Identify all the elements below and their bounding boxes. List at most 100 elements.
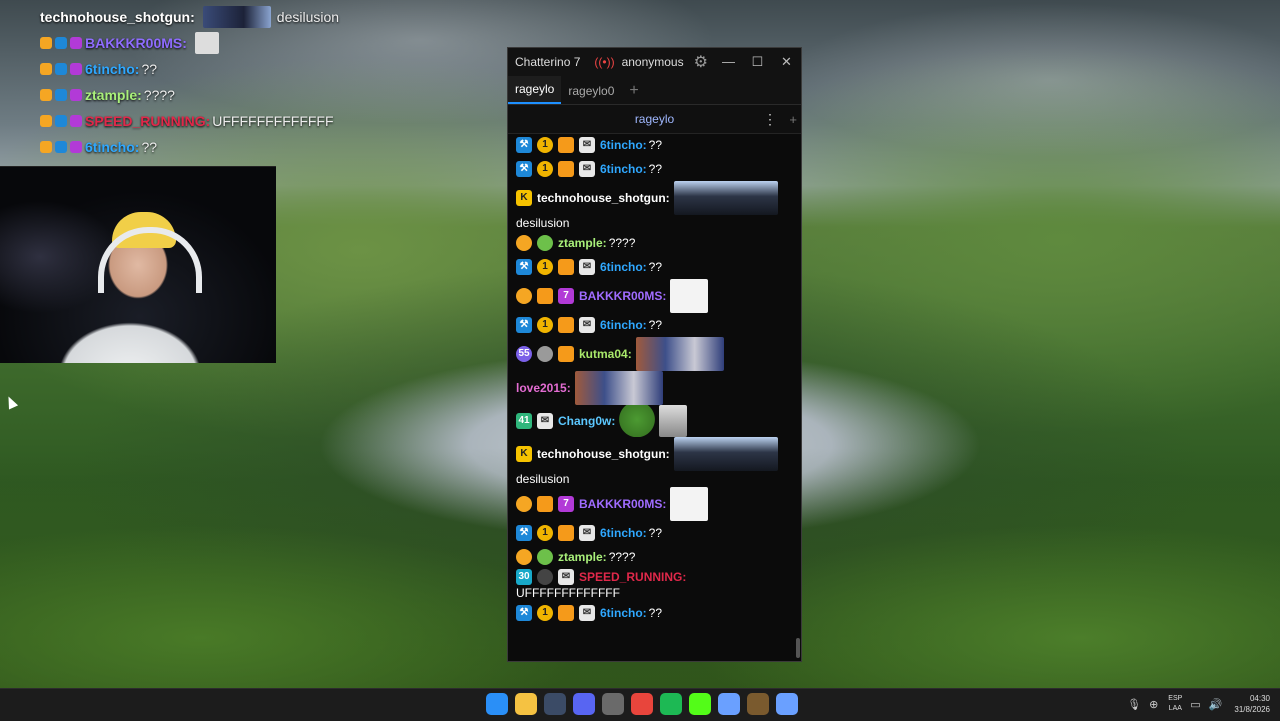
chat-message[interactable]: ⚒ 1 ✉ 6tincho:?? [516, 521, 793, 545]
mail-badge-icon[interactable]: ✉ [579, 137, 595, 153]
sun-badge-icon[interactable] [516, 288, 532, 304]
chat-username[interactable]: 6tincho: [600, 525, 647, 541]
mail-badge-icon[interactable]: ✉ [558, 569, 574, 585]
chat-username[interactable]: love2015: [516, 380, 571, 396]
sun-badge-icon[interactable] [516, 496, 532, 512]
microphone-icon[interactable]: 🎙 [1127, 698, 1141, 711]
box-badge-icon[interactable] [558, 525, 574, 541]
box-badge-icon[interactable] [558, 259, 574, 275]
chat-username[interactable]: ztample: [558, 235, 607, 251]
clock[interactable]: 04:30 31/8/2026 [1234, 693, 1270, 715]
mod-badge-icon[interactable]: ⚒ [516, 161, 532, 177]
chat-message[interactable]: love2015: [516, 371, 793, 405]
live-stream-icon[interactable]: ((•)) [594, 55, 614, 69]
chat-username[interactable]: 6tincho: [600, 317, 647, 333]
sub-30-badge-icon[interactable]: 30 [516, 569, 532, 585]
mod-badge-icon[interactable]: ⚒ [516, 137, 532, 153]
box-badge-icon[interactable] [558, 137, 574, 153]
obs-icon[interactable] [601, 693, 624, 715]
chrome-icon[interactable] [630, 693, 653, 715]
scrollbar[interactable] [796, 638, 800, 658]
tab-rageylo0[interactable]: rageylo0 [561, 78, 621, 104]
mod-badge-icon[interactable]: ⚒ [516, 317, 532, 333]
chat-message[interactable]: Ktechnohouse_shotgun: desilusion [516, 437, 793, 487]
chat-message[interactable]: ⚒ 1 ✉ 6tincho:?? [516, 601, 793, 625]
chat-message[interactable]: ztample:???? [516, 231, 793, 255]
mail-badge-icon[interactable]: ✉ [579, 605, 595, 621]
chat-message[interactable]: ⚒ 1 ✉ 6tincho:?? [516, 255, 793, 279]
mail-badge-icon[interactable]: ✉ [537, 413, 553, 429]
chat-username[interactable]: ztample: [558, 549, 607, 565]
mod-badge-icon[interactable]: ⚒ [516, 605, 532, 621]
chat-message[interactable]: 30 ✉ SPEED_RUNNING: UFFFFFFFFFFFFF [516, 569, 793, 601]
minecraft-icon[interactable] [746, 693, 769, 715]
mod-badge-icon[interactable]: ⚒ [516, 525, 532, 541]
kick-badge-icon[interactable]: K [516, 190, 532, 206]
sun-badge-icon[interactable] [516, 235, 532, 251]
chat-username[interactable]: Chang0w: [558, 413, 615, 429]
chat-username[interactable]: 6tincho: [600, 137, 647, 153]
channel-header[interactable]: rageylo ⋮ + [508, 105, 801, 134]
discord-icon[interactable] [572, 693, 595, 715]
chat-message[interactable]: 41 ✉ Chang0w: [516, 405, 793, 437]
chat-emote[interactable] [659, 405, 688, 437]
display-icon[interactable]: ▭ [1190, 698, 1200, 711]
sub-41-badge-icon[interactable]: 41 [516, 413, 532, 429]
gold-badge-icon[interactable]: 1 [537, 137, 553, 153]
mail-badge-icon[interactable]: ✉ [579, 317, 595, 333]
add-tab-button[interactable]: + [629, 78, 638, 104]
chat-username[interactable]: BAKKKR00MS: [579, 288, 666, 304]
7tv-badge-icon[interactable]: 7 [558, 288, 574, 304]
chat-emote[interactable] [574, 371, 663, 405]
gray-badge-icon[interactable] [537, 346, 553, 362]
box-badge-icon[interactable] [558, 346, 574, 362]
alien-badge-icon[interactable] [537, 549, 553, 565]
steam-icon[interactable] [543, 693, 566, 715]
chat-message[interactable]: Ktechnohouse_shotgun: desilusion [516, 181, 793, 231]
maximize-button[interactable]: ☐ [743, 48, 772, 76]
chatterino-icon[interactable] [717, 693, 740, 715]
sun-badge-icon[interactable] [516, 549, 532, 565]
chat-username[interactable]: BAKKKR00MS: [579, 496, 666, 512]
chat-message[interactable]: ⚒ 1 ✉ 6tincho:?? [516, 133, 793, 157]
chatterino-window[interactable]: Chatterino 7 ((•)) anonymous ⚙ — ☐ ✕ rag… [507, 47, 802, 662]
chat-username[interactable]: technohouse_shotgun: [537, 446, 670, 462]
chat-emote[interactable] [635, 337, 724, 371]
gold-badge-icon[interactable]: 1 [537, 259, 553, 275]
mod-badge-icon[interactable]: ⚒ [516, 259, 532, 275]
kick-badge-icon[interactable]: K [516, 446, 532, 462]
minimize-button[interactable]: — [714, 48, 743, 76]
tab-rageylo[interactable]: rageylo [508, 76, 562, 104]
chat-username[interactable]: 6tincho: [600, 605, 647, 621]
network-icon[interactable]: ⊕ [1149, 698, 1158, 711]
add-split-button[interactable]: + [789, 112, 797, 127]
close-button[interactable]: ✕ [772, 48, 801, 76]
chat-emote[interactable] [670, 487, 709, 521]
alien-badge-icon[interactable] [537, 235, 553, 251]
window-titlebar[interactable]: Chatterino 7 ((•)) anonymous ⚙ — ☐ ✕ [508, 48, 801, 76]
chat-message[interactable]: ztample:???? [516, 545, 793, 569]
chat-username[interactable]: 6tincho: [600, 259, 647, 275]
chat-message[interactable]: ⚒ 1 ✉ 6tincho:?? [516, 157, 793, 181]
chat-message[interactable]: 7 BAKKKR00MS: [516, 487, 793, 521]
7tv-badge-icon[interactable]: 7 [558, 496, 574, 512]
dark-badge-icon[interactable] [537, 569, 553, 585]
spotify-icon[interactable] [659, 693, 682, 715]
box-badge-icon[interactable] [558, 161, 574, 177]
chat-username[interactable]: technohouse_shotgun: [537, 190, 670, 206]
mail-badge-icon[interactable]: ✉ [579, 259, 595, 275]
chat-username[interactable]: kutma04: [579, 346, 632, 362]
account-switcher[interactable]: anonymous [622, 55, 684, 69]
chat-message[interactable]: 7 BAKKKR00MS: [516, 279, 793, 313]
kick-icon[interactable] [688, 693, 711, 715]
chatterino-active-icon[interactable] [775, 693, 798, 715]
chat-username[interactable]: 6tincho: [600, 161, 647, 177]
chat-username[interactable]: SPEED_RUNNING: [579, 569, 686, 585]
chat-message[interactable]: 55 kutma04: [516, 337, 793, 371]
chat-emote[interactable] [670, 279, 709, 313]
split-menu-button[interactable]: ⋮ [763, 111, 777, 128]
message-list[interactable]: ⚒ 1 ✉ 6tincho:?? ⚒ 1 ✉ 6tincho:?? Ktechnohouse_s… [508, 133, 801, 661]
chat-message[interactable]: ⚒ 1 ✉ 6tincho:?? [516, 313, 793, 337]
sub-55-badge-icon[interactable]: 55 [516, 346, 532, 362]
windows-start-icon[interactable] [485, 693, 508, 715]
